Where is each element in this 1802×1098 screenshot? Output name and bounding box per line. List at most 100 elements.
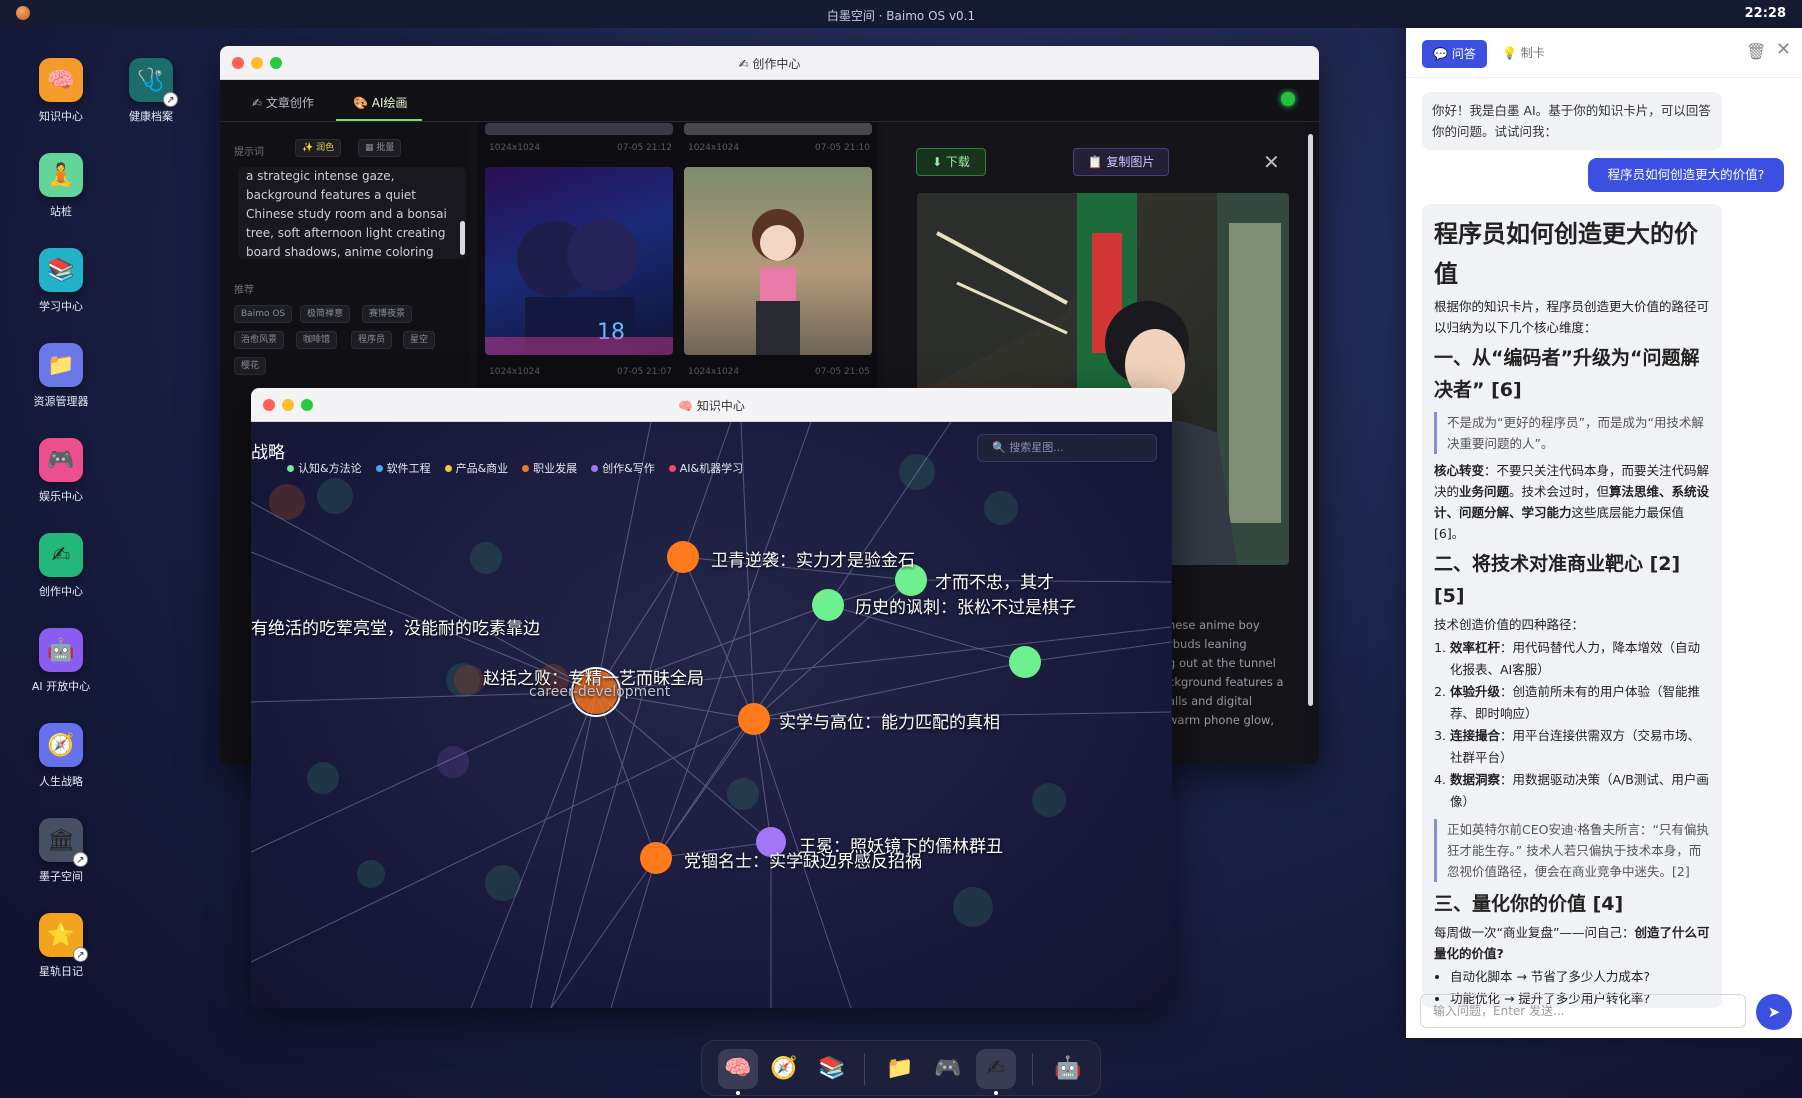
chat-input[interactable]: 输入问题，Enter 发送...: [1420, 994, 1746, 1028]
stethoscope-icon: 🩺 ↗: [129, 58, 178, 107]
style-chip[interactable]: 星空: [403, 331, 436, 349]
legend-item[interactable]: 创作&写作: [591, 460, 655, 476]
node-label[interactable]: 卫青逆袭：实力才是验金石: [711, 546, 915, 571]
desktop-icon-label: 创作中心: [39, 585, 83, 598]
desktop-icon-entertainment[interactable]: 🎮 娱乐中心: [16, 438, 106, 504]
list-item: 体验升级：创造前所未有的用户体验（智能推荐、即时响应）: [1450, 681, 1710, 725]
tab-ai-drawing[interactable]: 🎨 AI绘画: [353, 94, 408, 111]
graph-search-input[interactable]: 🔍 搜索星图...: [977, 434, 1157, 462]
gallery-thumbnail-cyber-couple[interactable]: 18: [485, 167, 673, 355]
dock-item-creation[interactable]: ✍: [976, 1049, 1016, 1089]
desktop-icon-zhanzhuang[interactable]: 🧘 站桩: [16, 153, 106, 219]
image-time: 07-05 21:10: [815, 143, 870, 153]
desktop-icon-health[interactable]: 🩺 ↗ 健康档案: [106, 58, 196, 124]
copy-image-button[interactable]: 📋 复制图片: [1073, 148, 1169, 176]
desktop-icon-creation[interactable]: ✍ 创作中心: [16, 533, 106, 599]
desktop-icon-label: 学习中心: [39, 300, 83, 313]
send-button[interactable]: ➤: [1756, 994, 1792, 1030]
answer-paragraph: 每周做一次“商业复盘”——问自己：创造了什么可量化的价值?: [1434, 925, 1710, 961]
desktop-icon-mozi[interactable]: 🏛 ↗ 墨子空间: [16, 818, 106, 884]
desktop-icon-knowledge[interactable]: 🧠 知识中心: [16, 58, 106, 124]
anime-couple-illustration: 18: [485, 219, 673, 355]
window-scrollbar[interactable]: [1308, 134, 1313, 706]
desktop-icon-star-diary[interactable]: ⭐ ↗ 星轨日记: [16, 913, 106, 979]
style-chip[interactable]: 治愈风景: [234, 331, 285, 349]
anime-girl-illustration: [752, 209, 804, 355]
node-label[interactable]: 党锢名士：实学缺边界感反招祸: [684, 847, 922, 872]
desktop-icon-life-strategy[interactable]: 🧭 人生战略: [16, 723, 106, 789]
tab-qa[interactable]: 💬 问答: [1422, 40, 1487, 68]
tab-article[interactable]: ✍ 文章创作: [252, 94, 314, 111]
list-item: 数据洞察：用数据驱动决策（A/B测试、用户画像）: [1450, 769, 1710, 813]
legend-dot-icon: [522, 464, 530, 472]
node-label[interactable]: 有绝活的吃荤亮堂，没能耐的吃素靠边: [251, 614, 540, 639]
node-label[interactable]: 实学与高位：能力匹配的真相: [779, 708, 1000, 733]
polish-button[interactable]: ✨ 润色: [295, 139, 342, 157]
legend-dot-icon: [375, 464, 383, 472]
ai-chat-panel: 💬 问答 💡 制卡 🗑 ✕ 你好！我是白墨 AI。基于你的知识卡片，可以回答你的…: [1406, 28, 1802, 1038]
knowledge-center-window[interactable]: 🧠 知识中心 战略 认知&方法论 软件工程 产品&商业 职业发展 创作&写作 A…: [251, 388, 1172, 1008]
knowledge-graph[interactable]: 战略 认知&方法论 软件工程 产品&商业 职业发展 创作&写作 AI&机器学习 …: [251, 422, 1172, 1008]
desktop-icon-label: 墨子空间: [39, 870, 83, 883]
dock-item-ai-open[interactable]: 🤖: [1048, 1049, 1088, 1089]
shortcut-arrow-icon: ↗: [73, 852, 88, 867]
window-titlebar[interactable]: ✍ 创作中心: [220, 46, 1319, 80]
image-size: 1024x1024: [688, 367, 740, 377]
folder-icon: 📁: [886, 1056, 914, 1081]
trash-icon[interactable]: 🗑: [1746, 42, 1766, 61]
chat-header: 💬 问答 💡 制卡 🗑 ✕: [1406, 28, 1802, 78]
shortcut-arrow-icon: ↗: [163, 92, 178, 107]
dock-separator: [1032, 1053, 1033, 1085]
style-chip[interactable]: 赛博夜景: [362, 305, 413, 323]
user-message: 程序员如何创造更大的价值?: [1588, 158, 1784, 192]
desktop-icon-label: 站桩: [50, 205, 72, 218]
folder-icon: 📁: [39, 343, 83, 387]
image-time: 07-05 21:05: [815, 367, 870, 377]
desktop-icon-label: 健康档案: [129, 110, 173, 123]
desktop-icon-ai-open[interactable]: 🤖 AI 开放中心: [16, 628, 106, 694]
style-chip[interactable]: Baimo OS: [234, 305, 293, 323]
prompt-scrollbar[interactable]: [460, 221, 465, 255]
gallery-thumbnail[interactable]: [684, 123, 872, 135]
style-chip[interactable]: 程序员: [351, 331, 393, 349]
close-icon[interactable]: ✕: [1776, 39, 1791, 60]
compass-icon: 🧭: [39, 723, 83, 767]
legend-item[interactable]: AI&机器学习: [668, 460, 743, 476]
dock-item-life-strategy[interactable]: 🧭: [764, 1049, 804, 1089]
image-time: 07-05 21:12: [617, 143, 672, 153]
graph-canvas[interactable]: [251, 422, 1172, 1008]
gallery-thumbnail[interactable]: [485, 123, 673, 135]
style-chip[interactable]: 咖啡馆: [296, 331, 338, 349]
dock-item-learning[interactable]: 📚: [812, 1049, 852, 1089]
prompt-textarea[interactable]: a strategic intense gaze, background fea…: [238, 167, 466, 259]
legend-item[interactable]: 产品&商业: [444, 460, 508, 476]
prompt-detail-text: nese anime boy rbuds leaning g out at th…: [1168, 618, 1284, 727]
dock-item-entertainment[interactable]: 🎮: [928, 1049, 968, 1089]
answer-quote: 正如英特尔前CEO安迪·格鲁夫所言：“只有偏执狂才能生存。” 技术人若只偏执于技…: [1434, 819, 1710, 882]
legend-item[interactable]: 认知&方法论: [287, 460, 362, 476]
style-chip[interactable]: 极简禅意: [300, 305, 351, 323]
list-item: 自动化脚本 → 节省了多少人力成本?: [1450, 966, 1710, 988]
clock: 22:28: [1744, 6, 1786, 21]
dock-item-explorer[interactable]: 📁: [880, 1049, 920, 1089]
legend-item[interactable]: 职业发展: [522, 460, 577, 476]
style-chip[interactable]: 樱花: [234, 357, 267, 375]
search-icon: 🔍: [992, 441, 1010, 454]
node-label[interactable]: 才而不忠，其才: [935, 568, 1172, 593]
desktop-icon-label: 知识中心: [39, 110, 83, 123]
node-label[interactable]: 历史的讽刺：张松不过是棋子: [855, 593, 1172, 618]
batch-button[interactable]: ▦ 批量: [358, 139, 402, 157]
desktop-icon-learning[interactable]: 📚 学习中心: [16, 248, 106, 314]
dock-item-knowledge[interactable]: 🧠: [718, 1049, 758, 1089]
status-indicator: [1281, 92, 1295, 106]
desktop-icon-explorer[interactable]: 📁 资源管理器: [16, 343, 106, 409]
close-preview-icon[interactable]: ✕: [1263, 150, 1280, 174]
shortcut-arrow-icon: ↗: [73, 947, 88, 962]
gallery-thumbnail-runner-girl[interactable]: [684, 167, 872, 355]
download-button[interactable]: ⬇ 下载: [916, 148, 986, 176]
answer-section-heading: 二、将技术对准商业靶心 [2][5]: [1434, 553, 1681, 607]
window-titlebar[interactable]: 🧠 知识中心: [251, 388, 1172, 422]
desktop-icon-label: 资源管理器: [33, 395, 89, 408]
tab-make-card[interactable]: 💡 制卡: [1502, 44, 1545, 61]
legend-item[interactable]: 软件工程: [375, 460, 431, 476]
